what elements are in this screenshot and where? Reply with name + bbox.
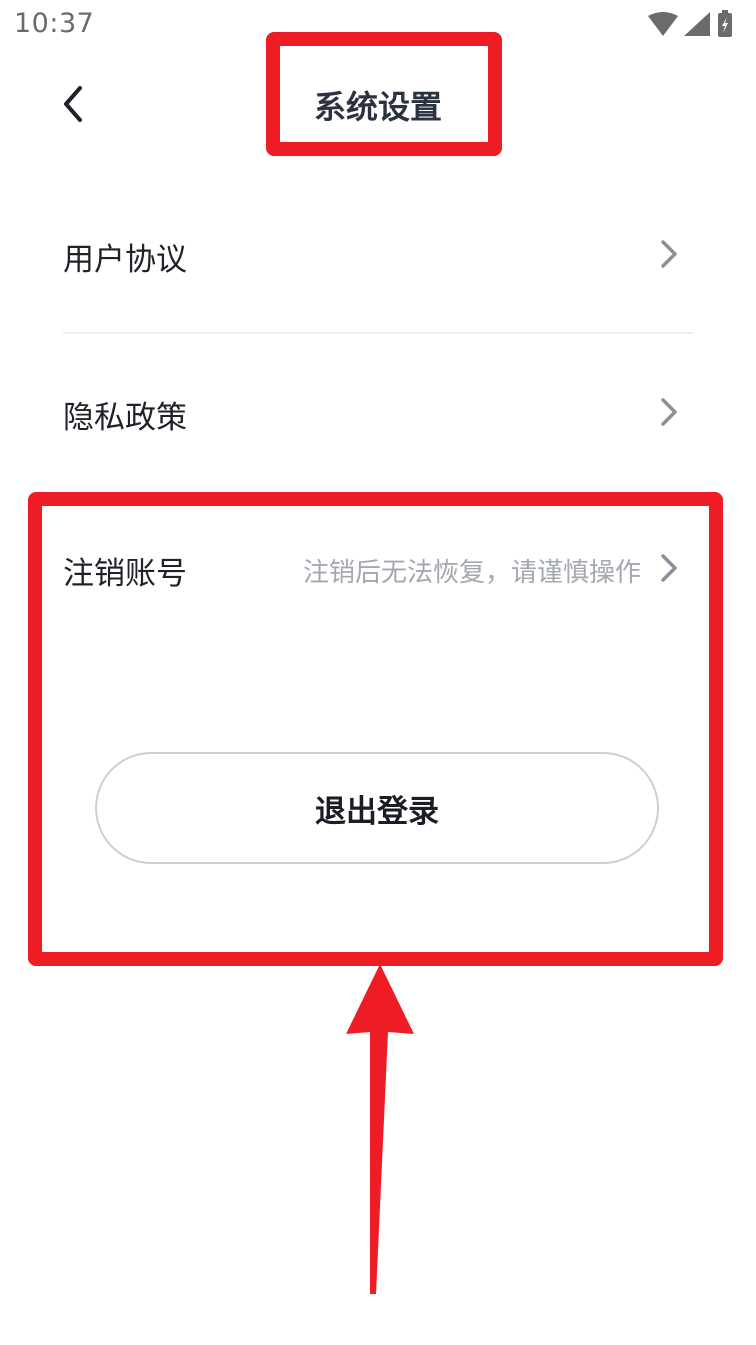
settings-item-hint: 注销后无法恢复，请谨慎操作 <box>302 558 641 588</box>
status-bar: 10:37 <box>0 0 756 52</box>
logout-button[interactable]: 退出登录 <box>95 752 659 864</box>
battery-charging-icon <box>718 10 732 37</box>
status-time: 10:37 <box>14 8 95 39</box>
chevron-right-icon <box>661 240 677 268</box>
settings-item-privacy-policy[interactable]: 隐私政策 <box>63 334 693 490</box>
chevron-right-icon <box>661 554 677 582</box>
status-icons <box>648 10 732 37</box>
wifi-icon <box>648 12 678 36</box>
settings-list: 用户协议 隐私政策 注销账号 注销后无法恢复，请谨慎操作 <box>63 176 693 646</box>
annotation-arrow-icon <box>346 964 414 1294</box>
signal-icon <box>684 12 710 36</box>
settings-item-label: 注销账号 <box>63 556 187 592</box>
settings-item-delete-account[interactable]: 注销账号 注销后无法恢复，请谨慎操作 <box>63 490 693 646</box>
nav-bar: 系统设置 <box>0 52 756 156</box>
settings-item-label: 用户协议 <box>63 242 187 278</box>
settings-item-user-agreement[interactable]: 用户协议 <box>63 176 693 334</box>
settings-item-label: 隐私政策 <box>63 400 187 436</box>
chevron-right-icon <box>661 398 677 426</box>
page-title: 系统设置 <box>313 88 442 126</box>
